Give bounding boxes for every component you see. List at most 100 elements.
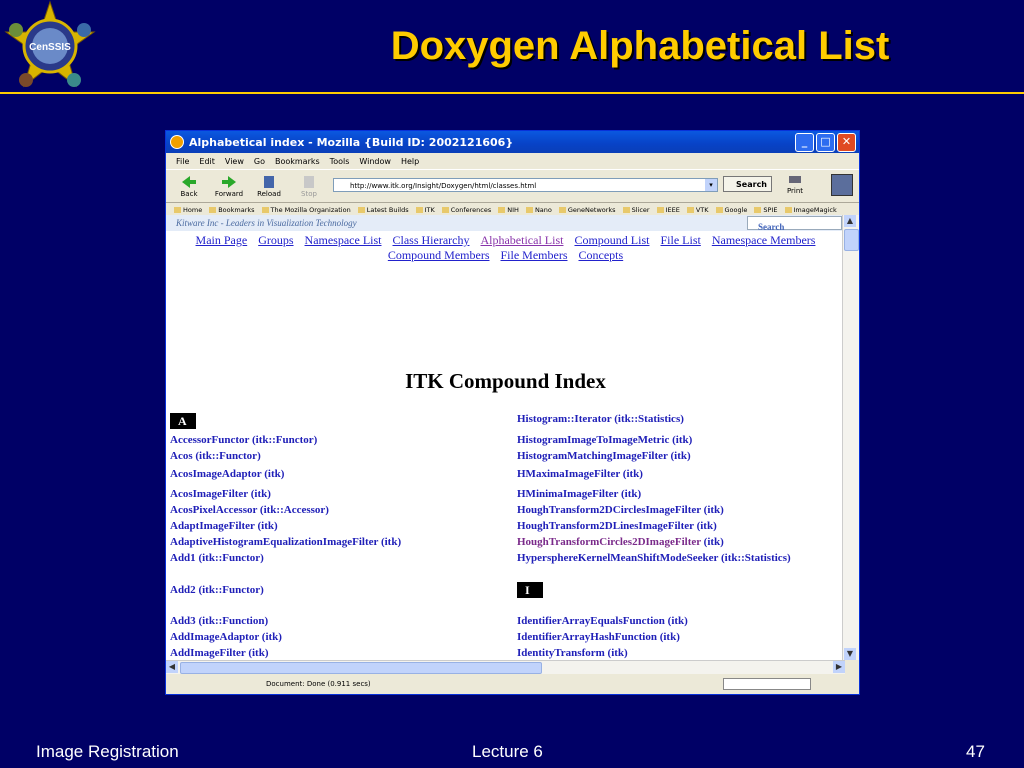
namespace-link[interactable]: (itk::Statistics) [611, 413, 684, 425]
namespace-link[interactable]: (itk) [701, 504, 724, 516]
window-titlebar[interactable]: Alphabetical index - Mozilla {Build ID: … [166, 131, 859, 153]
bookmark-nano[interactable]: Nano [526, 206, 552, 214]
namespace-link[interactable]: (itk) [694, 520, 717, 532]
class-link[interactable]: IdentifierArrayEqualsFunction [517, 615, 665, 627]
link-namespace-members[interactable]: Namespace Members [712, 233, 816, 247]
class-link[interactable]: AcosImageFilter [170, 488, 248, 500]
bookmark-mozilla[interactable]: The Mozilla Organization [262, 206, 351, 214]
class-link[interactable]: Add3 [170, 615, 196, 627]
class-link[interactable]: IdentifierArrayHashFunction [517, 631, 657, 643]
forward-button[interactable]: Forward [212, 175, 246, 198]
bookmark-ieee[interactable]: IEEE [657, 206, 680, 214]
menu-window[interactable]: Window [359, 157, 391, 166]
bookmark-imagemagick[interactable]: ImageMagick [785, 206, 837, 214]
kitware-tagline[interactable]: Kitware Inc - Leaders in Visualization T… [176, 218, 357, 228]
class-link[interactable]: HistogramImageToImageMetric [517, 434, 669, 446]
namespace-link[interactable]: (itk::Accessor) [257, 504, 329, 516]
menu-file[interactable]: File [176, 157, 189, 166]
menu-edit[interactable]: Edit [199, 157, 215, 166]
namespace-link[interactable]: (itk) [657, 631, 680, 643]
class-link[interactable]: AcosPixelAccessor [170, 504, 257, 516]
class-link[interactable]: AccessorFunctor [170, 434, 249, 446]
url-field[interactable]: http://www.itk.org/Insight/Doxygen/html/… [333, 178, 718, 192]
menu-help[interactable]: Help [401, 157, 419, 166]
menu-view[interactable]: View [225, 157, 244, 166]
class-link[interactable]: HoughTransform2DLinesImageFilter [517, 520, 694, 532]
menu-bookmarks[interactable]: Bookmarks [275, 157, 320, 166]
namespace-link[interactable]: (itk) [378, 536, 401, 548]
vertical-scrollbar[interactable]: ▲ ▼ [842, 215, 859, 660]
class-link[interactable]: HMaximaImageFilter [517, 468, 620, 480]
namespace-link[interactable]: (itk) [246, 647, 268, 659]
search-button[interactable]: Search [723, 176, 772, 192]
namespace-link[interactable]: (itk) [618, 488, 641, 500]
namespace-link[interactable]: (itk::Statistics) [718, 552, 791, 564]
class-link[interactable]: Add1 [170, 552, 196, 564]
class-link[interactable]: HoughTransformCircles2DImageFilter [517, 536, 701, 548]
link-class-hierarchy[interactable]: Class Hierarchy [393, 233, 470, 247]
bookmark-spie[interactable]: SPIE [754, 206, 777, 214]
bookmark-latest-builds[interactable]: Latest Builds [358, 206, 409, 214]
class-link[interactable]: AdaptImageFilter [170, 520, 255, 532]
print-button[interactable]: Print [782, 173, 808, 195]
namespace-link[interactable]: (itk) [669, 434, 692, 446]
bookmark-vtk[interactable]: VTK [687, 206, 709, 214]
scroll-up-arrow-icon[interactable]: ▲ [844, 215, 856, 227]
namespace-link[interactable]: (itk) [668, 450, 690, 462]
bookmark-genenetworks[interactable]: GeneNetworks [559, 206, 616, 214]
class-link[interactable]: AddImageAdaptor [170, 631, 259, 643]
vertical-scroll-thumb[interactable] [844, 229, 859, 251]
menu-go[interactable]: Go [254, 157, 265, 166]
class-link[interactable]: Acos [170, 450, 193, 462]
bookmark-conferences[interactable]: Conferences [442, 206, 492, 214]
namespace-link[interactable]: (itk) [605, 647, 628, 659]
link-concepts[interactable]: Concepts [579, 248, 624, 262]
horizontal-scrollbar[interactable]: ◀ ▶ [166, 660, 845, 674]
url-dropdown-icon[interactable]: ▾ [705, 179, 717, 191]
class-link[interactable]: HMinimaImageFilter [517, 488, 618, 500]
scroll-left-arrow-icon[interactable]: ◀ [166, 661, 178, 673]
class-link[interactable]: HistogramMatchingImageFilter [517, 450, 668, 462]
class-link[interactable]: AcosImageAdaptor [170, 468, 261, 480]
close-button[interactable]: ✕ [837, 133, 856, 152]
namespace-link[interactable]: (itk::Functor) [193, 450, 260, 462]
stop-button[interactable]: Stop [292, 175, 326, 198]
back-button[interactable]: Back [172, 175, 206, 198]
namespace-link[interactable]: (itk) [620, 468, 643, 480]
bookmark-itk[interactable]: ITK [416, 206, 435, 214]
namespace-link[interactable]: (itk::Functor) [196, 552, 263, 564]
namespace-link[interactable]: (itk) [261, 468, 284, 480]
namespace-link[interactable]: (itk) [665, 615, 688, 627]
page-search-field[interactable]: Search [747, 216, 842, 232]
class-link[interactable]: Add2 [170, 584, 196, 596]
namespace-link[interactable]: (itk) [701, 536, 724, 548]
namespace-link[interactable]: (itk::Functor) [249, 434, 317, 446]
menu-tools[interactable]: Tools [330, 157, 350, 166]
scroll-down-arrow-icon[interactable]: ▼ [844, 648, 856, 660]
bookmark-google[interactable]: Google [716, 206, 748, 214]
namespace-link[interactable]: (itk) [255, 520, 277, 532]
class-link[interactable]: AddImageFilter [170, 647, 246, 659]
horizontal-scroll-thumb[interactable] [180, 662, 542, 674]
namespace-link[interactable]: (itk) [259, 631, 282, 643]
bookmark-bookmarks[interactable]: Bookmarks [209, 206, 254, 214]
bookmark-slicer[interactable]: Slicer [623, 206, 650, 214]
bookmark-home[interactable]: Home [174, 206, 202, 214]
class-link[interactable]: HoughTransform2DCirclesImageFilter [517, 504, 701, 516]
namespace-link[interactable]: (itk::Function) [196, 615, 268, 627]
link-file-members[interactable]: File Members [501, 248, 568, 262]
class-link[interactable]: Histogram::Iterator [517, 413, 611, 425]
link-alphabetical-list[interactable]: Alphabetical List [480, 233, 563, 247]
minimize-button[interactable]: _ [795, 133, 814, 152]
link-main-page[interactable]: Main Page [196, 233, 248, 247]
link-compound-members[interactable]: Compound Members [388, 248, 490, 262]
link-file-list[interactable]: File List [660, 233, 700, 247]
class-link[interactable]: AdaptiveHistogramEqualizationImageFilter [170, 536, 378, 548]
link-compound-list[interactable]: Compound List [574, 233, 649, 247]
namespace-link[interactable]: (itk) [248, 488, 271, 500]
reload-button[interactable]: Reload [252, 175, 286, 198]
maximize-button[interactable]: □ [816, 133, 835, 152]
class-link[interactable]: IdentityTransform [517, 647, 605, 659]
scroll-right-arrow-icon[interactable]: ▶ [833, 661, 845, 673]
link-groups[interactable]: Groups [258, 233, 293, 247]
